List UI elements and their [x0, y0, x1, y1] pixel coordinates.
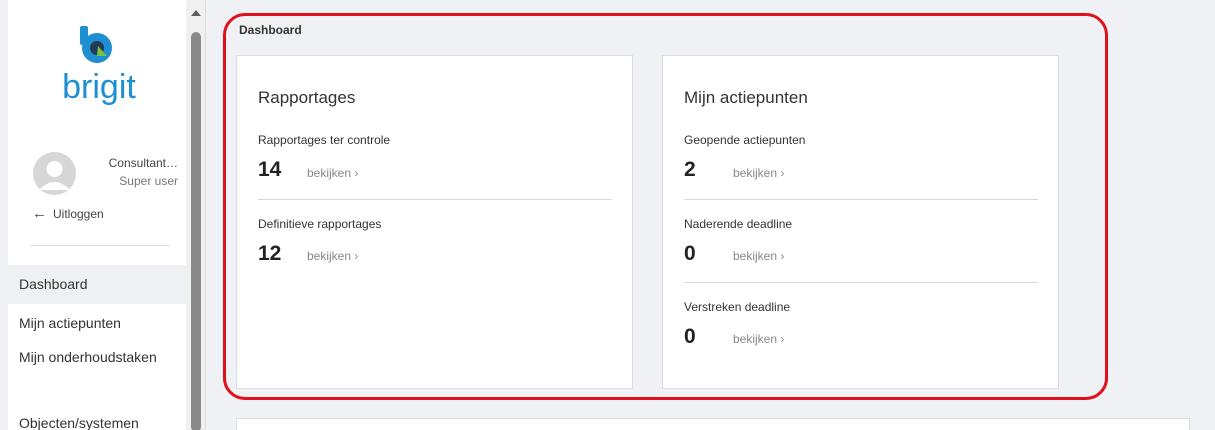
- bekijken-link[interactable]: bekijken ›: [733, 248, 784, 264]
- bekijken-link[interactable]: bekijken ›: [307, 165, 358, 181]
- bekijken-link[interactable]: bekijken ›: [307, 248, 358, 264]
- actiepunten-card: Mijn actiepunten Geopende actiepunten 2 …: [662, 55, 1059, 389]
- user-role: Super user: [119, 174, 178, 188]
- brigit-logo[interactable]: brigit: [54, 26, 144, 106]
- app-window: brigit Consultant… Super user ← Uitlogge…: [0, 0, 1215, 430]
- sidebar-item-mijn-actiepunten[interactable]: Mijn actiepunten: [8, 304, 186, 342]
- metric-value: 14: [258, 158, 282, 181]
- user-name: Consultant…: [108, 156, 178, 170]
- metric-separator: [684, 199, 1038, 200]
- next-card: [236, 418, 1190, 430]
- metric-value: 0: [684, 325, 696, 348]
- metric-label: Geopende actiepunten: [684, 133, 806, 147]
- metric-value: 2: [684, 158, 696, 181]
- metric-separator: [684, 282, 1038, 283]
- rapportages-card: Rapportages Rapportages ter controle 14 …: [236, 55, 633, 389]
- metric-label: Rapportages ter controle: [258, 133, 391, 147]
- sidebar-item-dashboard[interactable]: Dashboard: [8, 265, 186, 304]
- arrow-left-icon: ←: [32, 205, 47, 222]
- logout-label: Uitloggen: [53, 207, 104, 221]
- metric-label: Naderende deadline: [684, 217, 793, 231]
- sidebar-item-objecten-systemen[interactable]: Objecten/systemen: [8, 414, 186, 430]
- sidebar: brigit Consultant… Super user ← Uitlogge…: [8, 0, 186, 430]
- sidebar-item-mijn-onderhoudstaken[interactable]: Mijn onderhoudstaken: [8, 348, 178, 367]
- card-title: Mijn actiepunten: [684, 88, 808, 107]
- sidebar-scrollbar[interactable]: [188, 0, 206, 430]
- user-avatar-icon[interactable]: [33, 152, 76, 195]
- logo-text: brigit: [62, 68, 136, 106]
- sidebar-divider: [30, 245, 170, 246]
- card-title: Rapportages: [258, 88, 356, 107]
- breadcrumb: Dashboard: [239, 23, 302, 37]
- brigit-logo-icon: brigit: [62, 26, 136, 106]
- bekijken-link[interactable]: bekijken ›: [733, 331, 784, 347]
- triangle-up-icon[interactable]: [191, 10, 201, 16]
- bekijken-link[interactable]: bekijken ›: [733, 165, 784, 181]
- logout-button[interactable]: ← Uitloggen: [32, 205, 104, 222]
- metric-value: 12: [258, 242, 282, 265]
- metric-value: 0: [684, 242, 696, 265]
- metric-label: Definitieve rapportages: [258, 217, 382, 231]
- metric-separator: [258, 199, 612, 200]
- scrollbar-thumb[interactable]: [191, 32, 201, 430]
- metric-label: Verstreken deadline: [684, 300, 791, 314]
